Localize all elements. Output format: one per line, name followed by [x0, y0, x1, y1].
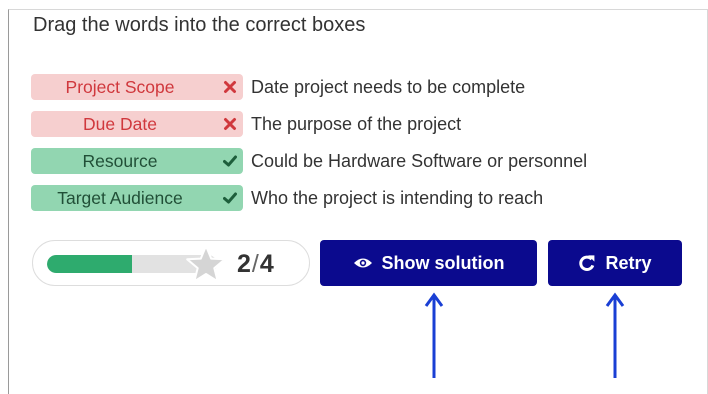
word-chip-correct[interactable]: Target Audience: [31, 185, 243, 211]
check-mark-icon: [223, 155, 237, 167]
word-chip-label: Resource: [82, 151, 158, 171]
up-arrow-annotation-icon: [605, 292, 625, 378]
pair-row: Target Audience Who the project is inten…: [31, 185, 543, 211]
score-text: 2/4: [237, 250, 274, 279]
score-total: 4: [259, 250, 274, 278]
score-progress-fill: [47, 255, 132, 273]
score-earned: 2: [237, 250, 251, 278]
task-instruction: Drag the words into the correct boxes: [33, 14, 366, 36]
word-chip-wrong[interactable]: Due Date: [31, 111, 243, 137]
definition-text: Who the project is intending to reach: [251, 187, 544, 208]
pair-row: Resource Could be Hardware Software or p…: [31, 148, 587, 174]
retry-button[interactable]: Retry: [548, 240, 682, 286]
word-chip-label: Target Audience: [57, 188, 183, 208]
word-chip-label: Due Date: [83, 114, 157, 134]
wrong-mark-icon: [224, 118, 236, 130]
definition-text: Could be Hardware Software or personnel: [251, 150, 588, 171]
retry-icon: [578, 254, 596, 272]
pair-row: Project Scope Date project needs to be c…: [31, 74, 525, 100]
score-panel: 2/4: [32, 240, 310, 286]
word-chip-label: Project Scope: [65, 77, 175, 97]
pair-row: Due Date The purpose of the project: [31, 111, 461, 137]
star-icon: [186, 245, 226, 283]
show-solution-button[interactable]: Show solution: [320, 240, 537, 286]
definition-text: The purpose of the project: [251, 113, 462, 134]
check-mark-icon: [223, 192, 237, 204]
wrong-mark-icon: [224, 81, 236, 93]
definition-text: Date project needs to be complete: [251, 76, 526, 97]
word-chip-wrong[interactable]: Project Scope: [31, 74, 243, 100]
show-solution-label: Show solution: [381, 252, 505, 273]
word-chip-correct[interactable]: Resource: [31, 148, 243, 174]
retry-label: Retry: [605, 252, 652, 273]
up-arrow-annotation-icon: [424, 292, 444, 378]
eye-icon: [353, 257, 373, 269]
score-separator: /: [251, 250, 259, 278]
